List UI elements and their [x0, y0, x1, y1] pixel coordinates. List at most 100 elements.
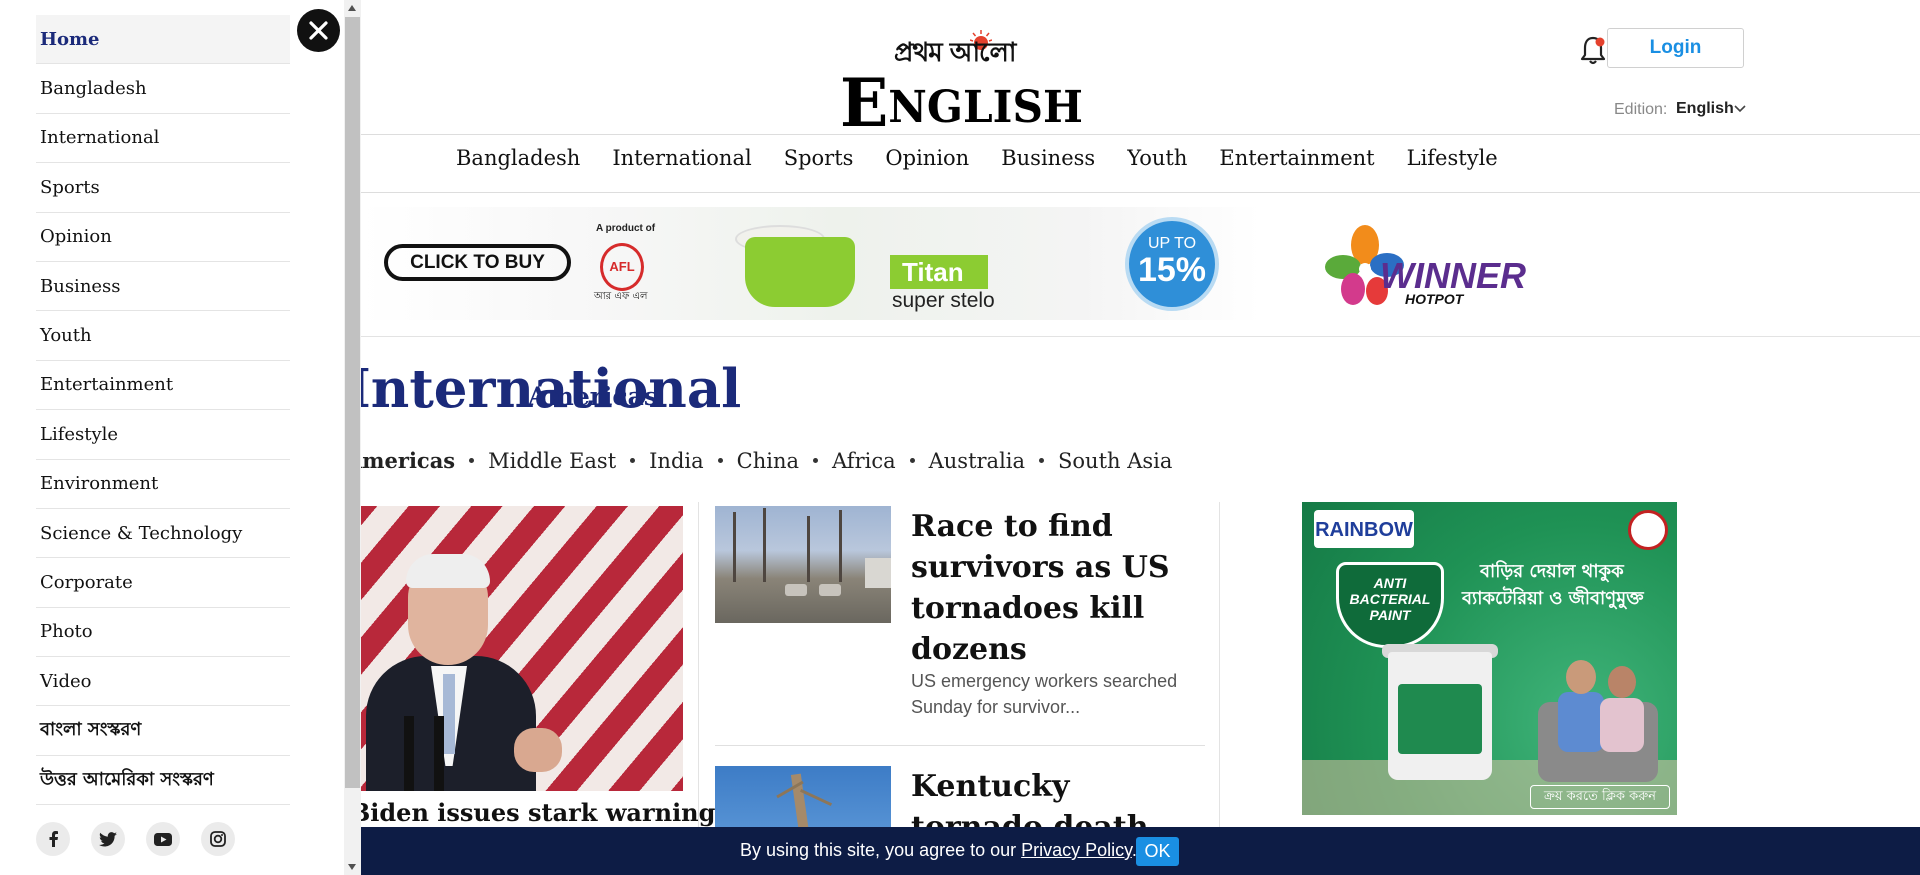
consent-ok-button[interactable]: OK — [1136, 837, 1179, 866]
side-menu-item-bangla-edition[interactable]: বাংলা সংস্করণ — [36, 706, 290, 756]
afl-logo: AFL — [600, 243, 644, 291]
story-divider — [715, 745, 1205, 746]
logo-english-text: ENGLISH — [840, 64, 1083, 142]
edition-selector[interactable]: English — [1676, 100, 1734, 118]
subnav-item-americas[interactable]: Americas — [346, 448, 455, 473]
anti-bacterial-shield: ANTI BACTERIAL PAINT — [1336, 562, 1444, 648]
close-icon — [309, 21, 328, 40]
nav-item-bangladesh[interactable]: Bangladesh — [456, 146, 580, 170]
facebook-icon[interactable] — [36, 822, 70, 856]
subnav-item-middle-east[interactable]: Middle East — [488, 449, 616, 473]
separator-dot — [813, 458, 818, 463]
scroll-down-arrow-icon[interactable] — [348, 864, 356, 870]
paint-bucket-label — [1398, 684, 1482, 754]
nav-item-entertainment[interactable]: Entertainment — [1219, 146, 1374, 170]
story-summary: US emergency workers searched Sunday for… — [911, 671, 1178, 717]
side-menu-item-opinion[interactable]: Opinion — [36, 213, 290, 262]
product-of-label: A product of — [596, 223, 656, 234]
column-divider — [698, 502, 699, 875]
subsection-navigation: Americas Middle East India China Africa … — [346, 448, 1172, 473]
tree — [763, 508, 766, 582]
privacy-policy-link[interactable]: Privacy Policy — [1021, 840, 1132, 860]
drawer-scrollbar[interactable] — [344, 0, 361, 875]
titan-label: Titan — [890, 255, 988, 289]
youtube-icon[interactable] — [146, 822, 180, 856]
side-menu-item-entertainment[interactable]: Entertainment — [36, 361, 290, 411]
nav-item-international[interactable]: International — [612, 146, 751, 170]
family-figure-head — [1566, 660, 1596, 694]
subnav-item-africa[interactable]: Africa — [832, 449, 896, 473]
site-logo[interactable]: প্রথম আলো ENGLISH — [838, 22, 1083, 142]
family-figure — [1558, 692, 1604, 752]
family-figure-head — [1608, 666, 1636, 698]
side-menu-item-lifestyle[interactable]: Lifestyle — [36, 410, 290, 460]
discount-badge: UP TO 15% — [1125, 217, 1219, 311]
side-menu-item-international[interactable]: International — [36, 114, 290, 164]
nav-item-youth[interactable]: Youth — [1127, 146, 1187, 170]
nav-item-sports[interactable]: Sports — [784, 146, 854, 170]
side-menu-item-sports[interactable]: Sports — [36, 163, 290, 213]
chevron-down-icon[interactable] — [1733, 104, 1747, 114]
rainbow-logo: RAINBOW — [1314, 510, 1414, 548]
subnav-item-india[interactable]: India — [649, 449, 704, 473]
quality-seal-icon — [1628, 510, 1668, 550]
scroll-up-arrow-icon[interactable] — [348, 5, 356, 11]
hotpot-image — [745, 237, 855, 307]
side-menu-item-corporate[interactable]: Corporate — [36, 558, 290, 608]
super-stelo-label: super stelo — [892, 289, 995, 312]
discount-badge-value: 15% — [1137, 251, 1207, 289]
story-thumbnail[interactable] — [715, 506, 891, 623]
separator-dot — [1039, 458, 1045, 463]
story-headline[interactable]: Race to find survivors as US tornadoes k… — [911, 506, 1201, 670]
lead-story-image[interactable] — [346, 506, 683, 791]
side-menu-item-science-technology[interactable]: Science & Technology — [36, 509, 290, 559]
microphone — [434, 716, 444, 791]
sidebar-advertisement[interactable]: RAINBOW ANTI BACTERIAL PAINT বাড়ির দেয়… — [1302, 502, 1677, 815]
section-subtitle: Americas — [528, 382, 658, 411]
side-menu-item-bangladesh[interactable]: Bangladesh — [36, 64, 290, 114]
car — [785, 584, 807, 596]
photo-figure-tie — [443, 674, 455, 754]
separator-dot — [909, 458, 915, 463]
consent-text-prefix: By using this site, you agree to our — [740, 840, 1022, 860]
subnav-item-china[interactable]: China — [737, 449, 799, 473]
side-menu-item-video[interactable]: Video — [36, 657, 290, 707]
click-to-buy-label: CLICK TO BUY — [384, 244, 571, 281]
column-divider — [1219, 502, 1220, 875]
subnav-item-south-asia[interactable]: South Asia — [1058, 449, 1172, 473]
tree — [839, 510, 842, 582]
photo-figure-hand — [514, 728, 562, 772]
nav-item-opinion[interactable]: Opinion — [885, 146, 969, 170]
separator-dot — [630, 458, 636, 463]
tree — [807, 516, 810, 582]
instagram-icon[interactable] — [201, 822, 235, 856]
ad-cta-button[interactable]: ক্রয় করতে ক্লিক করুন — [1530, 785, 1670, 809]
tree — [733, 512, 736, 582]
microphone — [404, 716, 414, 791]
side-menu-list: Home Bangladesh International Sports Opi… — [36, 15, 290, 806]
scrollbar-thumb[interactable] — [345, 17, 360, 788]
side-menu-item-environment[interactable]: Environment — [36, 460, 290, 509]
edition-label: Edition: — [1614, 101, 1668, 118]
banner-advertisement[interactable]: CLICK TO BUY A product of AFL আর এফ এল T… — [360, 207, 1560, 320]
story-card[interactable]: Race to find survivors as US tornadoes k… — [715, 506, 1205, 736]
subnav-item-australia[interactable]: Australia — [929, 449, 1025, 473]
consent-text: By using this site, you agree to our Pri… — [740, 840, 1137, 861]
side-menu-drawer: Home Bangladesh International Sports Opi… — [0, 0, 344, 875]
house — [865, 558, 891, 588]
notification-bell-icon[interactable] — [1578, 34, 1608, 66]
car — [819, 584, 841, 596]
side-menu-item-north-america-edition[interactable]: উত্তর আমেরিকা সংস্করণ — [36, 756, 290, 806]
separator-dot — [717, 458, 723, 463]
photo-figure-hair — [406, 554, 490, 588]
close-menu-button[interactable] — [297, 9, 340, 52]
side-menu-item-youth[interactable]: Youth — [36, 311, 290, 361]
side-menu-item-photo[interactable]: Photo — [36, 608, 290, 658]
nav-item-business[interactable]: Business — [1001, 146, 1095, 170]
side-menu-item-business[interactable]: Business — [36, 262, 290, 312]
nav-item-lifestyle[interactable]: Lifestyle — [1407, 146, 1498, 170]
side-menu-item-home[interactable]: Home — [36, 15, 290, 65]
login-button[interactable]: Login — [1607, 28, 1744, 68]
twitter-icon[interactable] — [91, 822, 125, 856]
main-navigation: Bangladesh International Sports Opinion … — [456, 146, 1498, 170]
